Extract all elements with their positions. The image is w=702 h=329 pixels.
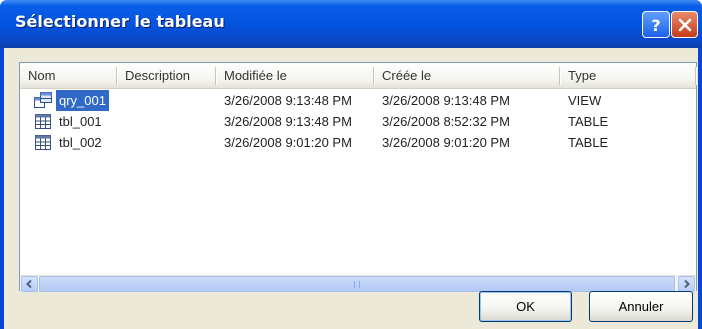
column-header-type[interactable]: Type xyxy=(560,63,696,89)
table-list[interactable]: Nom Description Modifiée le Créée le Typ… xyxy=(19,62,697,292)
svg-text:?: ? xyxy=(651,16,660,34)
close-icon xyxy=(678,18,691,31)
chevron-left-icon xyxy=(26,280,32,288)
dialog-window: Sélectionner le tableau ? Nom Descriptio… xyxy=(0,0,702,329)
table-icon xyxy=(35,114,51,129)
horizontal-scrollbar[interactable] xyxy=(20,275,696,292)
row-type: TABLE xyxy=(568,114,609,129)
help-icon: ? xyxy=(651,16,660,34)
list-header: Nom Description Modifiée le Créée le Typ… xyxy=(20,63,696,89)
title-bar[interactable]: Sélectionner le tableau ? xyxy=(0,0,702,48)
row-created: 3/26/2008 9:01:20 PM xyxy=(382,135,510,150)
scroll-left-button[interactable] xyxy=(21,276,38,292)
column-header-description[interactable]: Description xyxy=(117,63,216,89)
table-row[interactable]: qry_001 3/26/2008 9:13:48 PM 3/26/2008 9… xyxy=(20,89,696,112)
view-icon xyxy=(34,92,52,108)
row-name: qry_001 xyxy=(55,89,110,112)
cancel-button[interactable]: Annuler xyxy=(589,291,693,322)
scroll-right-button[interactable] xyxy=(678,276,695,292)
row-type: VIEW xyxy=(568,93,602,108)
dialog-title: Sélectionner le tableau xyxy=(15,12,225,31)
scrollbar-thumb[interactable] xyxy=(39,276,675,292)
column-header-created[interactable]: Créée le xyxy=(374,63,560,89)
grip-icon xyxy=(354,281,360,288)
row-type: TABLE xyxy=(568,135,609,150)
ok-button[interactable]: OK xyxy=(479,291,572,322)
column-header-modified[interactable]: Modifiée le xyxy=(216,63,374,89)
row-modified: 3/26/2008 9:01:20 PM xyxy=(224,135,352,150)
table-row[interactable]: tbl_002 3/26/2008 9:01:20 PM 3/26/2008 9… xyxy=(20,132,696,153)
row-name: tbl_002 xyxy=(59,135,102,150)
row-name: tbl_001 xyxy=(59,114,102,129)
column-header-name[interactable]: Nom xyxy=(20,63,117,89)
row-modified: 3/26/2008 9:13:48 PM xyxy=(224,93,352,108)
row-modified: 3/26/2008 9:13:48 PM xyxy=(224,114,352,129)
row-created: 3/26/2008 9:13:48 PM xyxy=(382,93,510,108)
row-created: 3/26/2008 8:52:32 PM xyxy=(382,114,510,129)
table-row[interactable]: tbl_001 3/26/2008 9:13:48 PM 3/26/2008 8… xyxy=(20,111,696,132)
table-icon xyxy=(35,135,51,150)
help-button[interactable]: ? xyxy=(642,11,670,38)
close-button[interactable] xyxy=(671,11,698,38)
dialog-body: Nom Description Modifiée le Créée le Typ… xyxy=(4,48,698,329)
chevron-right-icon xyxy=(684,280,690,288)
